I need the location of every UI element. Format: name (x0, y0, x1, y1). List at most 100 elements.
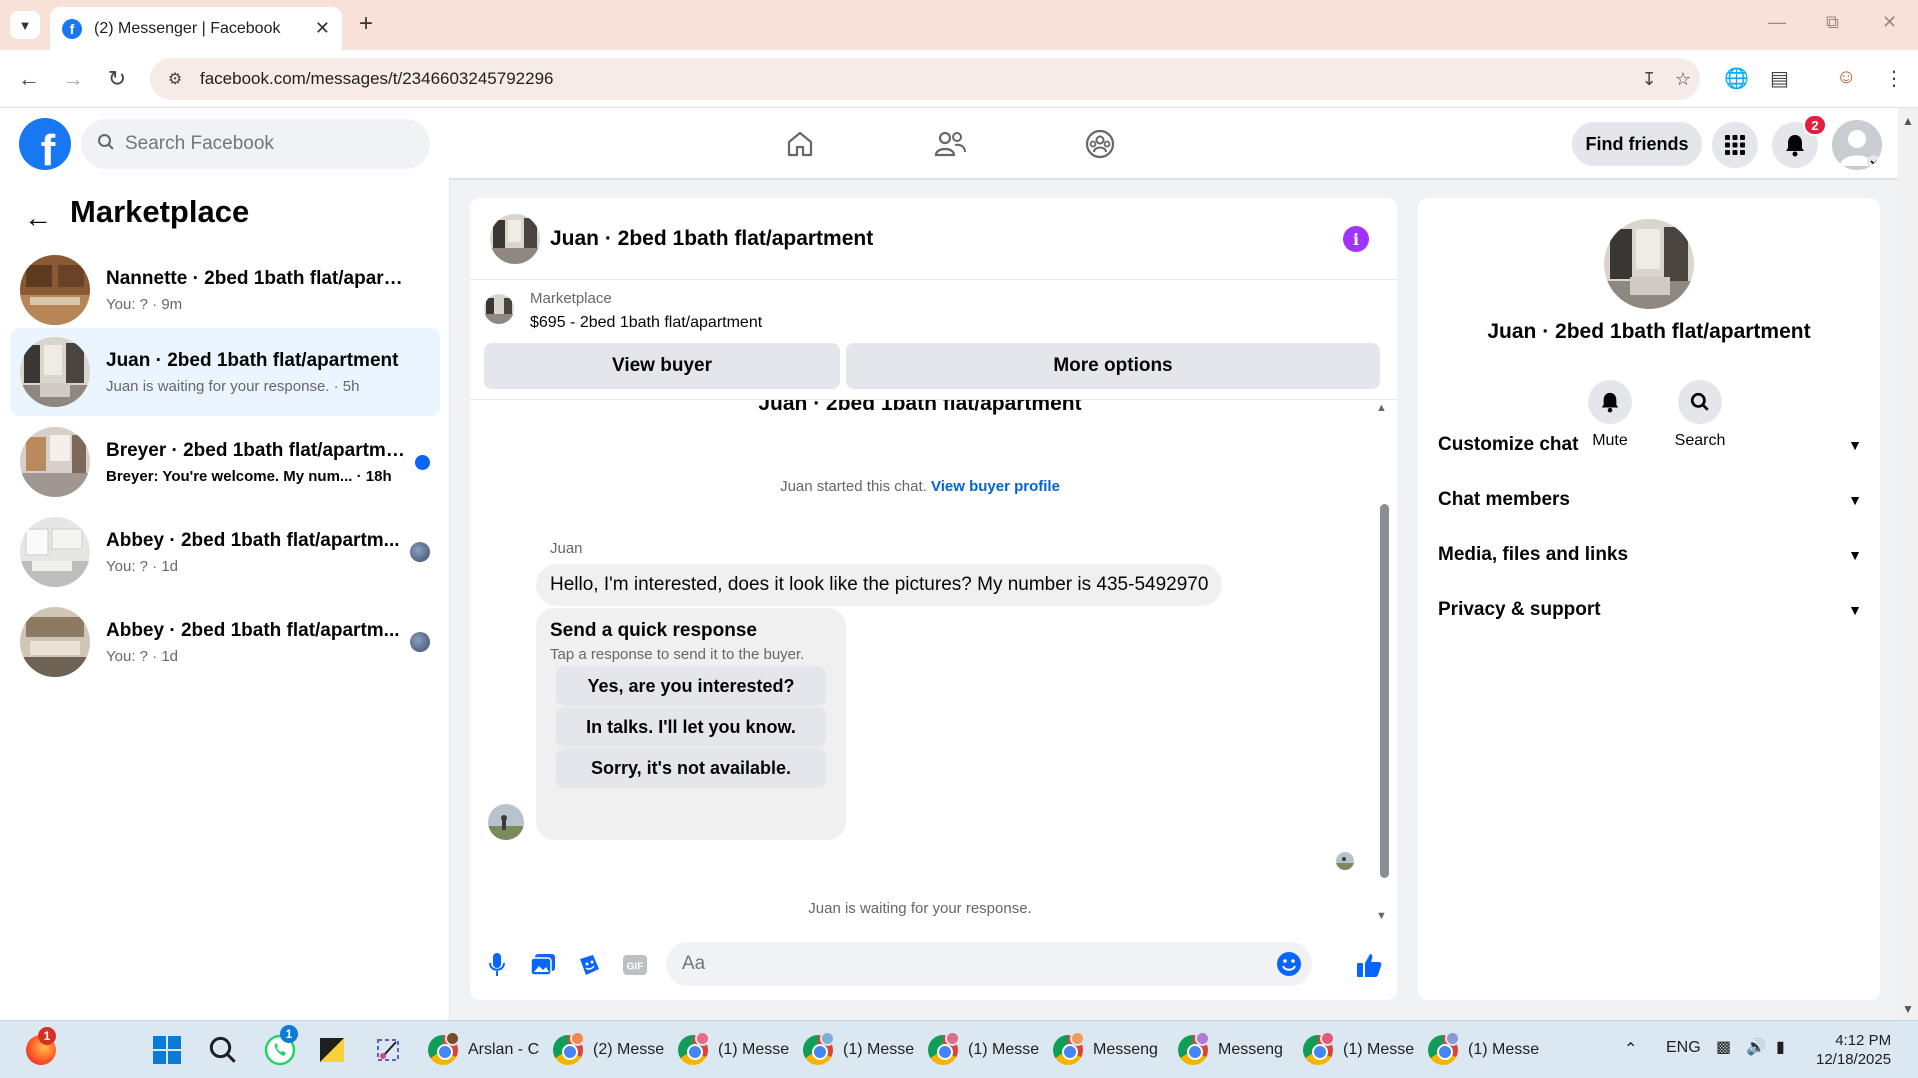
listing-thumbnail (20, 517, 90, 587)
privacy-support-section[interactable]: Privacy & support ▼ (1438, 588, 1862, 632)
view-buyer-profile-link[interactable]: View buyer profile (931, 478, 1060, 495)
gif-icon[interactable]: GIF (620, 950, 650, 980)
show-hidden-icons-chevron-icon[interactable]: ⌃ (1624, 1039, 1637, 1059)
friends-icon[interactable] (930, 124, 970, 164)
taskbar-chrome-window[interactable]: (1) Messe (928, 1030, 1039, 1070)
taskbar-chrome-window[interactable]: Messeng (1053, 1030, 1158, 1070)
page-scrollbar[interactable]: ▲ ▼ (1898, 108, 1918, 1020)
facebook-logo-icon[interactable]: f (19, 118, 71, 170)
address-bar[interactable]: ⚙ facebook.com/messages/t/23466032457922… (150, 58, 1700, 100)
conversation-item[interactable]: Abbey · 2bed 1bath flat/apartm... You: ?… (10, 508, 440, 596)
find-friends-button[interactable]: Find friends (1572, 122, 1702, 166)
chrome-menu-icon[interactable]: ⋮ (1884, 66, 1904, 91)
chat-profile-avatar[interactable] (1604, 219, 1694, 309)
section-label: Privacy & support (1438, 599, 1601, 620)
scroll-down-arrow-icon[interactable]: ▼ (1376, 910, 1387, 922)
language-indicator[interactable]: ENG (1666, 1039, 1701, 1057)
chevron-down-icon: ▼ (1848, 602, 1862, 618)
taskbar-chrome-window[interactable]: (2) Messe (553, 1030, 664, 1070)
url-text[interactable]: facebook.com/messages/t/2346603245792296 (200, 69, 1632, 89)
volume-icon[interactable]: 🔊 (1746, 1037, 1766, 1057)
tab-close-icon[interactable]: ✕ (315, 18, 330, 39)
conversation-item[interactable]: Nannette · 2bed 1bath flat/apartm... You… (10, 246, 440, 334)
back-arrow-icon[interactable]: ← (24, 202, 52, 234)
message-scrollbar[interactable] (1380, 504, 1389, 878)
conversation-name: Nannette · 2bed 1bath flat/apartm... (106, 267, 406, 289)
sticker-icon[interactable] (574, 950, 604, 980)
conversation-item-unread[interactable]: Breyer · 2bed 1bath flat/apartment Breye… (10, 418, 440, 506)
svg-text:GIF: GIF (627, 962, 644, 973)
listing-price-title[interactable]: $695 - 2bed 1bath flat/apartment (530, 314, 762, 332)
site-settings-icon[interactable]: ⚙ (160, 69, 190, 89)
new-tab-plus-icon[interactable]: + (352, 10, 380, 38)
taskbar-chrome-window[interactable]: Messeng (1178, 1030, 1283, 1070)
bookmark-star-icon[interactable]: ☆ (1666, 69, 1700, 90)
chat-started-notice: Juan started this chat. View buyer profi… (470, 478, 1370, 495)
quick-response-yes-button[interactable]: Yes, are you interested? (556, 666, 826, 706)
browser-tab-messenger[interactable]: f (2) Messenger | Facebook ✕ (50, 7, 342, 50)
restore-icon[interactable]: ⧉ (1826, 12, 1839, 33)
sender-avatar[interactable] (488, 804, 524, 840)
quick-response-not-available-button[interactable]: Sorry, it's not available. (556, 748, 826, 788)
message-input[interactable] (682, 953, 1262, 975)
media-files-links-section[interactable]: Media, files and links ▼ (1438, 533, 1862, 577)
taskbar-chrome-window[interactable]: Arslan - C (428, 1030, 539, 1070)
account-avatar[interactable] (1832, 120, 1882, 170)
tab-search-chevron-icon[interactable]: ▼ (10, 11, 40, 39)
snipping-tool-icon[interactable] (374, 1030, 402, 1070)
thread-title-partial: Juan · 2bed 1bath flat/apartment (758, 400, 1082, 415)
page-scroll-up-icon[interactable]: ▲ (1902, 114, 1914, 128)
section-label: Chat members (1438, 489, 1570, 510)
chat-members-section[interactable]: Chat members ▼ (1438, 478, 1862, 522)
taskbar-chrome-window[interactable]: (1) Messe (678, 1030, 789, 1070)
more-options-button[interactable]: More options (846, 343, 1380, 389)
taskbar-chrome-window[interactable]: (1) Messe (1303, 1030, 1414, 1070)
translate-globe-icon[interactable]: 🌐 (1724, 66, 1749, 91)
menu-grid-icon[interactable] (1712, 122, 1758, 168)
like-thumbs-up-icon[interactable] (1354, 950, 1384, 980)
taskbar-chrome-window[interactable]: (1) Messe (1428, 1030, 1539, 1070)
conversation-info-icon[interactable]: i (1343, 226, 1369, 252)
install-app-icon[interactable]: ↧ (1632, 69, 1666, 90)
conversation-item[interactable]: Abbey · 2bed 1bath flat/apartm... You: ?… (10, 598, 440, 686)
minimize-icon[interactable]: — (1768, 12, 1786, 33)
search-icon[interactable] (1678, 380, 1722, 424)
extensions-puzzle-icon[interactable]: ▤ (1770, 66, 1789, 91)
customize-chat-section[interactable]: Customize chat ▼ (1438, 423, 1862, 467)
photo-attach-icon[interactable] (528, 950, 558, 980)
read-receipt-avatar (1336, 852, 1354, 870)
windows-start-icon[interactable] (152, 1030, 182, 1070)
taskbar-chrome-window[interactable]: (1) Messe (803, 1030, 914, 1070)
emoji-icon[interactable] (1276, 951, 1302, 982)
page-scroll-down-icon[interactable]: ▼ (1902, 1002, 1914, 1016)
quick-response-in-talks-button[interactable]: In talks. I'll let you know. (556, 707, 826, 747)
microphone-icon[interactable] (482, 950, 512, 980)
notification-count-badge: 2 (1803, 114, 1827, 136)
search-icon[interactable] (208, 1030, 238, 1070)
chrome-profile-icon[interactable]: ☺ (1836, 66, 1856, 89)
view-buyer-button[interactable]: View buyer (484, 343, 840, 389)
groups-icon[interactable] (1080, 124, 1120, 164)
conversation-preview: You: ? · 1d (106, 647, 179, 665)
network-icon[interactable]: ▩ (1716, 1037, 1731, 1057)
facebook-search[interactable] (81, 119, 430, 169)
search-input[interactable] (125, 133, 405, 155)
incoming-message-bubble[interactable]: Hello, I'm interested, does it look like… (536, 564, 1223, 606)
chrome-icon (1428, 1031, 1460, 1065)
chat-title[interactable]: Juan · 2bed 1bath flat/apartment (550, 227, 873, 251)
system-clock[interactable]: 4:12 PM 12/18/2025 (1816, 1031, 1891, 1069)
sticky-notes-icon[interactable] (318, 1030, 346, 1070)
scroll-up-arrow-icon[interactable]: ▲ (1376, 402, 1387, 414)
battery-icon[interactable]: ▮ (1776, 1037, 1785, 1057)
home-icon[interactable] (780, 124, 820, 164)
conversation-item-active[interactable]: Juan · 2bed 1bath flat/apartment Juan is… (10, 328, 440, 416)
message-input-field[interactable] (666, 942, 1312, 986)
bell-icon[interactable] (1588, 380, 1632, 424)
message-composer: GIF (470, 930, 1397, 1000)
back-arrow-icon[interactable]: ← (14, 64, 44, 94)
window-close-icon[interactable]: ✕ (1882, 12, 1897, 33)
seen-avatar (410, 632, 430, 652)
reload-icon[interactable]: ↻ (102, 64, 132, 94)
forward-arrow-icon[interactable]: → (58, 64, 88, 94)
chat-avatar[interactable] (490, 214, 540, 264)
